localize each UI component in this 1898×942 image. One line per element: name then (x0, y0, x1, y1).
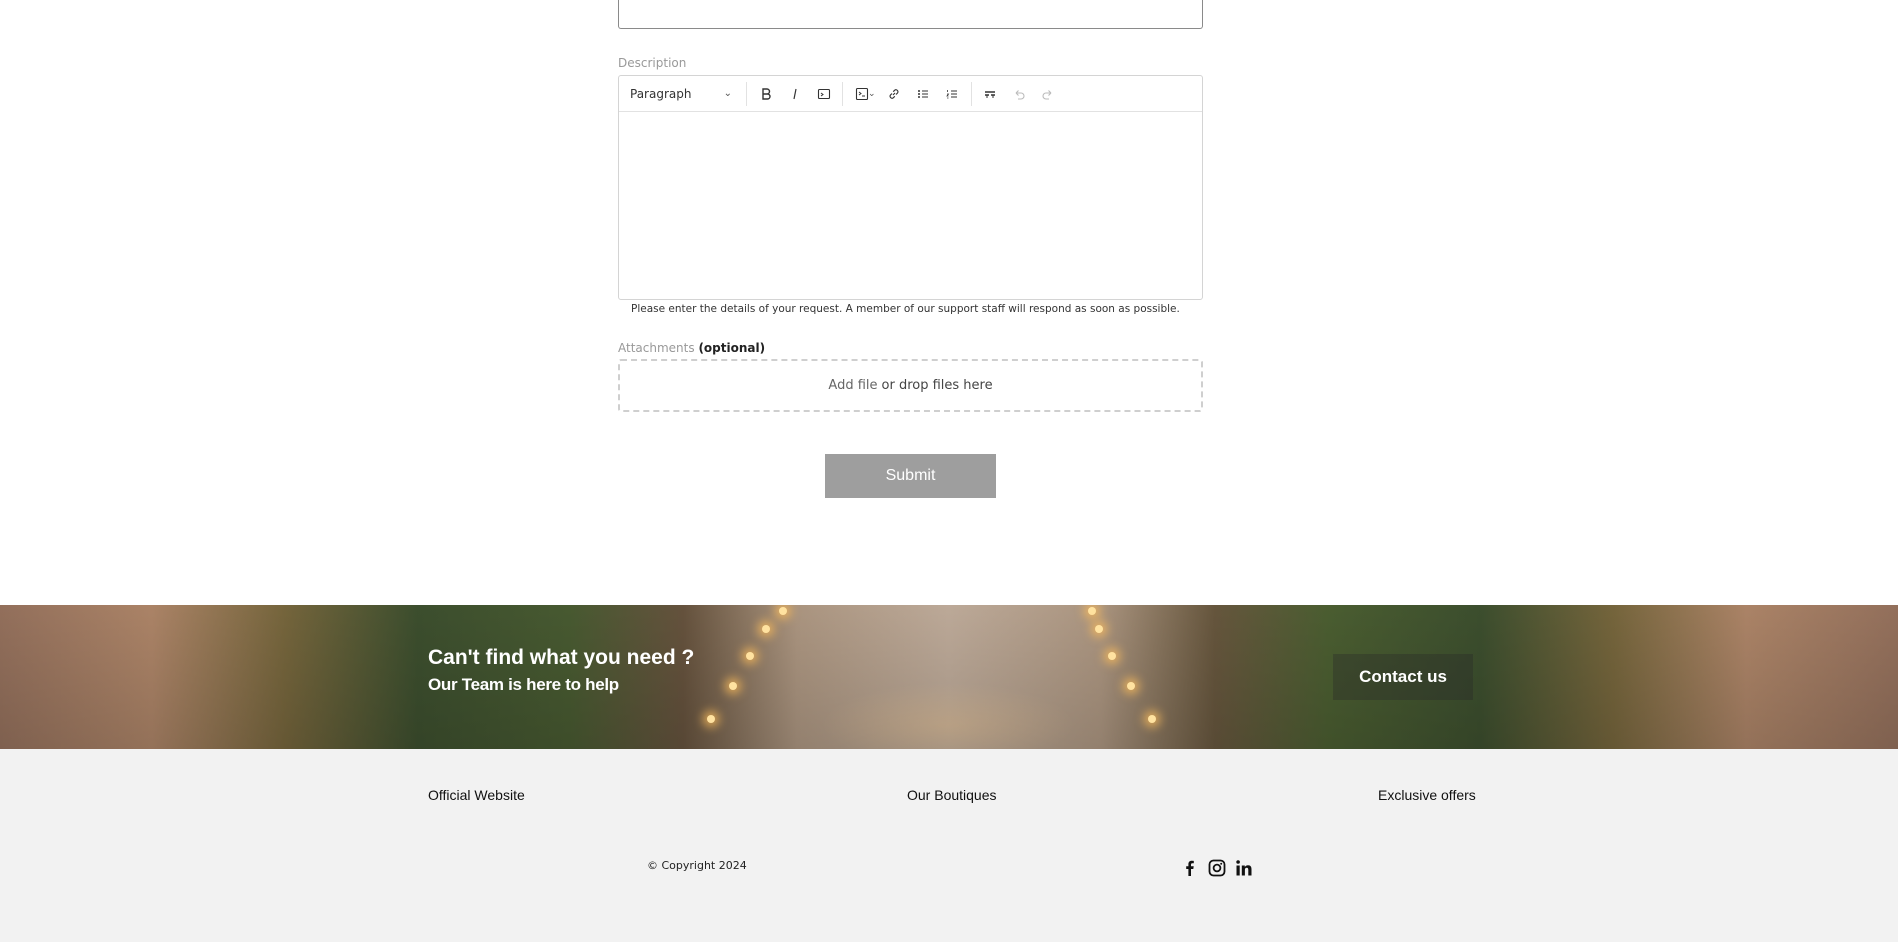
garden-lamp (746, 652, 754, 660)
banner-subtitle: Our Team is here to help (428, 675, 619, 694)
toolbar-divider (842, 81, 843, 106)
italic-icon (792, 88, 797, 99)
social-links (1181, 859, 1253, 882)
redo-button[interactable] (1034, 80, 1063, 108)
description-hint: Please enter the details of your request… (631, 303, 1180, 315)
facebook-link[interactable] (1181, 859, 1199, 882)
copyright-text: © Copyright 2024 (647, 859, 747, 872)
bold-icon (761, 87, 771, 100)
garden-lamp (779, 607, 787, 615)
dropzone-text: or drop files here (881, 378, 993, 393)
footer-link-official-website[interactable]: Official Website (428, 787, 525, 803)
footer: Official Website Our Boutiques Exclusive… (0, 749, 1898, 942)
add-file-link[interactable]: Add file (828, 378, 877, 393)
chevron-down-icon: ⌄ (723, 88, 732, 99)
linkedin-link[interactable] (1235, 859, 1253, 882)
undo-icon (1015, 89, 1025, 100)
garden-lamp (707, 715, 715, 723)
instagram-icon (1208, 859, 1226, 877)
attachments-dropzone[interactable]: Add file or drop files here (618, 359, 1203, 412)
chevron-down-icon[interactable]: ⌄ (868, 88, 876, 99)
garden-lamp (1148, 715, 1156, 723)
facebook-icon (1186, 860, 1194, 876)
code-icon (817, 88, 830, 99)
description-label: Description (618, 56, 687, 70)
garden-lamp (729, 682, 737, 690)
numbered-list-icon (946, 89, 958, 98)
banner-title: Can't find what you need ? (428, 646, 695, 669)
description-editor[interactable]: Paragraph ⌄ ⌄ (618, 75, 1203, 300)
garden-lamp (1127, 682, 1135, 690)
instagram-link[interactable] (1208, 859, 1226, 882)
garden-lamp (1088, 607, 1096, 615)
link-icon (889, 88, 899, 99)
help-banner: Can't find what you need ? Our Team is h… (0, 605, 1898, 749)
garden-lamp (1108, 652, 1116, 660)
toolbar-divider (746, 81, 747, 106)
submit-button[interactable]: Submit (825, 454, 996, 498)
code-button[interactable] (809, 80, 838, 108)
previous-input-field[interactable] (618, 0, 1203, 29)
block-format-value: Paragraph (630, 86, 692, 101)
editor-content-area[interactable] (619, 112, 1202, 299)
garden-lamp (1095, 625, 1103, 633)
linkedin-icon (1236, 860, 1252, 876)
italic-button[interactable] (780, 80, 809, 108)
redo-icon (1042, 89, 1052, 100)
block-format-select[interactable]: Paragraph ⌄ (630, 87, 742, 101)
attachments-label: Attachments (optional) (618, 341, 765, 355)
contact-us-button[interactable]: Contact us (1333, 654, 1473, 700)
toolbar-divider (970, 81, 972, 106)
editor-toolbar: Paragraph ⌄ ⌄ (619, 76, 1202, 112)
code-block-icon (855, 87, 868, 100)
link-button[interactable] (880, 80, 909, 108)
bulleted-list-button[interactable] (909, 80, 938, 108)
blockquote-button[interactable] (976, 80, 1005, 108)
undo-button[interactable] (1005, 80, 1034, 108)
footer-link-our-boutiques[interactable]: Our Boutiques (907, 787, 997, 803)
bulleted-list-icon (918, 89, 929, 98)
form-area: Description Paragraph ⌄ ⌄ Please enter t… (0, 0, 1898, 605)
garden-lamp (762, 625, 770, 633)
bold-button[interactable] (751, 80, 780, 108)
footer-link-exclusive-offers[interactable]: Exclusive offers (1378, 787, 1476, 803)
blockquote-icon (985, 90, 996, 98)
attachments-optional-text: (optional) (698, 341, 766, 355)
numbered-list-button[interactable] (938, 80, 967, 108)
attachments-label-text: Attachments (618, 341, 695, 355)
